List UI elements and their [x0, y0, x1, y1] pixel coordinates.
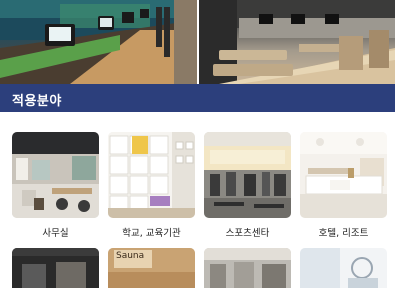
card-label: 사무실 — [42, 228, 69, 239]
school-locker-image — [108, 132, 195, 218]
section-header: 적용분야 — [0, 84, 395, 112]
section-title: 적용분야 — [12, 94, 62, 109]
hotel-image — [300, 132, 387, 218]
sauna-sign-text: Sauna — [116, 251, 145, 261]
hero-image-golf-locker — [0, 0, 197, 84]
card-label: 스포츠센타 — [225, 228, 270, 239]
row2-image-1[interactable] — [12, 248, 99, 288]
row2-image-sauna[interactable]: Sauna — [108, 248, 195, 288]
hero-banner — [0, 0, 395, 84]
row2-image-4[interactable] — [300, 248, 387, 288]
card-label: 학교, 교육기관 — [122, 228, 181, 239]
hero-image-fitness — [199, 0, 395, 84]
card-label: 호텔, 리조트 — [318, 228, 369, 239]
row2-image-3[interactable] — [204, 248, 291, 288]
gym-image — [204, 132, 291, 218]
office-image — [12, 132, 99, 218]
